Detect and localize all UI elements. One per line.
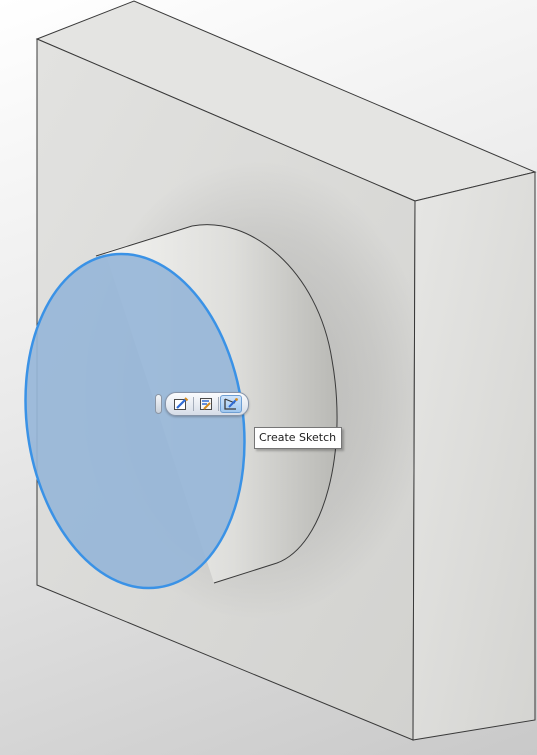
graphics-window[interactable]: Create Sketch <box>0 0 537 755</box>
edit-sketch-icon <box>174 397 189 410</box>
toolbar-separator <box>193 397 194 411</box>
mini-toolbar <box>155 392 249 416</box>
model-scene <box>24 0 537 741</box>
create-sketch-button[interactable] <box>220 395 242 413</box>
create-sketch-icon <box>224 398 238 410</box>
tooltip: Create Sketch <box>254 427 343 449</box>
block-side-face[interactable] <box>412 171 536 741</box>
edit-feature-button[interactable] <box>195 395 217 413</box>
mini-toolbar-buttons <box>165 392 249 416</box>
mini-toolbar-grip[interactable] <box>155 394 162 414</box>
edit-sketch-button[interactable] <box>170 395 192 413</box>
toolbar-separator <box>218 397 219 411</box>
edit-feature-icon <box>200 398 212 410</box>
